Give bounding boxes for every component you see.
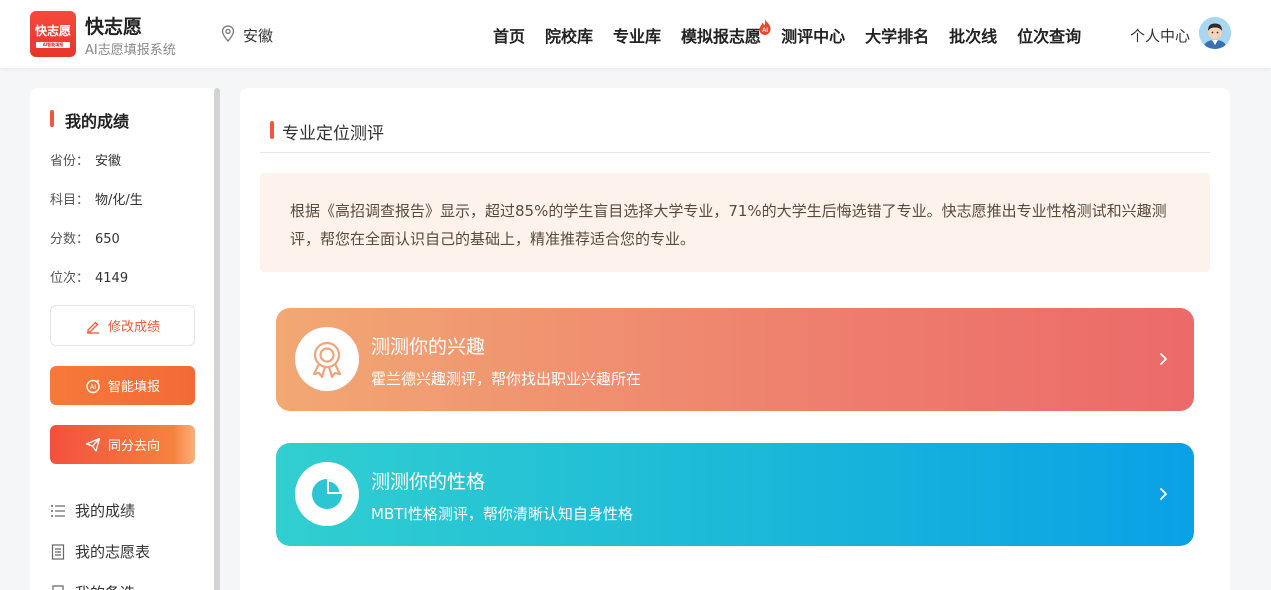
sidebar-item-my-application-form[interactable]: 我的志愿表 bbox=[50, 541, 150, 562]
sidebar-item-my-scores[interactable]: 我的成绩 bbox=[50, 500, 135, 521]
score-value: 物/化/生 bbox=[95, 193, 143, 208]
card-title: 测测你的兴趣 bbox=[371, 336, 486, 358]
score-value: 650 bbox=[95, 232, 120, 247]
personality-test-card[interactable]: 测测你的性格 MBTI性格测评，帮你清晰认知自身性格 bbox=[276, 443, 1194, 546]
notice-banner: 根据《高招调查报告》显示，超过85%的学生盲目选择大学专业，71%的大学生后悔选… bbox=[260, 173, 1210, 272]
score-value: 4149 bbox=[95, 271, 129, 286]
logo[interactable]: 快志愿 AI智能填报 bbox=[30, 11, 76, 57]
paper-plane-icon bbox=[85, 437, 101, 452]
score-row-province: 省份： 安徽 bbox=[50, 150, 121, 169]
award-icon bbox=[312, 341, 342, 379]
user-avatar-icon bbox=[1199, 17, 1231, 49]
ai-flame-badge-icon: AI bbox=[759, 19, 771, 35]
document-icon bbox=[51, 543, 65, 560]
score-row-rank: 位次： 4149 bbox=[50, 267, 128, 286]
sidebar-item-label: 我的备选 bbox=[75, 582, 135, 590]
sidebar-item-label: 我的志愿表 bbox=[75, 543, 151, 561]
nav-item-majors[interactable]: 专业库 bbox=[613, 23, 661, 47]
same-score-button[interactable]: 同分去向 bbox=[50, 425, 195, 464]
nav-item-home[interactable]: 首页 bbox=[493, 23, 525, 47]
nav-item-colleges[interactable]: 院校库 bbox=[545, 23, 593, 47]
brand-name: 快志愿 bbox=[85, 16, 143, 38]
main-panel: 专业定位测评 根据《高招调查报告》显示，超过85%的学生盲目选择大学专业，71%… bbox=[240, 88, 1230, 590]
sidebar-item-my-alternatives[interactable]: 我的备选 bbox=[50, 582, 135, 590]
nav-item-mock-application[interactable]: 模拟报志愿 AI bbox=[681, 19, 771, 47]
score-label: 科目： bbox=[50, 193, 90, 208]
pie-chart-icon bbox=[312, 479, 342, 509]
nav-item-rank-query[interactable]: 位次查询 bbox=[1017, 23, 1081, 47]
smart-fill-label: 智能填报 bbox=[107, 380, 160, 395]
edit-score-button[interactable]: 修改成绩 bbox=[50, 305, 195, 346]
location-pin-icon[interactable] bbox=[221, 25, 235, 42]
chevron-right-icon[interactable] bbox=[1158, 350, 1170, 368]
sidebar-scrollbar[interactable] bbox=[214, 88, 220, 590]
score-label: 省份： bbox=[50, 154, 90, 169]
chevron-right-icon[interactable] bbox=[1158, 485, 1170, 503]
score-label: 分数： bbox=[50, 232, 90, 247]
divider bbox=[260, 152, 1210, 153]
logo-sub-text: AI智能填报 bbox=[36, 42, 70, 48]
card-title: 测测你的性格 bbox=[371, 471, 486, 493]
score-row-subjects: 科目： 物/化/生 bbox=[50, 189, 143, 208]
nav-item-assessment-center[interactable]: 测评中心 bbox=[781, 23, 845, 47]
score-row-score: 分数： 650 bbox=[50, 228, 120, 247]
sidebar-item-label: 我的成绩 bbox=[75, 502, 136, 520]
ai-spark-icon: AI bbox=[86, 378, 100, 393]
card-description: MBTI性格测评，帮你清晰认知自身性格 bbox=[371, 505, 633, 523]
card-description: 霍兰德兴趣测评，帮你找出职业兴趣所在 bbox=[371, 370, 642, 388]
nav-item-label: 模拟报志愿 bbox=[681, 27, 762, 46]
ai-badge-text: AI bbox=[762, 28, 768, 34]
list-icon bbox=[51, 504, 65, 517]
svg-text:AI: AI bbox=[90, 385, 96, 391]
card-icon-circle bbox=[295, 327, 359, 391]
smart-fill-button[interactable]: AI 智能填报 bbox=[50, 366, 195, 405]
location-selector[interactable]: 安徽 bbox=[243, 25, 273, 46]
logo-text: 快志愿 bbox=[34, 24, 71, 38]
top-header: 快志愿 AI智能填报 快志愿 AI志愿填报系统 安徽 首页 院校库 专业库 模拟… bbox=[0, 0, 1271, 68]
edit-score-label: 修改成绩 bbox=[107, 320, 160, 335]
main-nav: 首页 院校库 专业库 模拟报志愿 AI 测评中心 大学排名 批次线 位次查询 bbox=[493, 19, 1101, 47]
sidebar-title: 我的成绩 bbox=[50, 108, 129, 132]
pencil-icon bbox=[86, 321, 99, 334]
page-title: 专业定位测评 bbox=[270, 119, 384, 144]
interest-test-card[interactable]: 测测你的兴趣 霍兰德兴趣测评，帮你找出职业兴趣所在 bbox=[276, 308, 1194, 411]
score-label: 位次： bbox=[50, 271, 90, 286]
nav-item-batch-line[interactable]: 批次线 bbox=[949, 23, 997, 47]
bookmark-icon bbox=[52, 584, 64, 590]
avatar[interactable] bbox=[1199, 17, 1231, 49]
score-value: 安徽 bbox=[95, 154, 122, 169]
brand-subtitle: AI志愿填报系统 bbox=[85, 43, 176, 58]
nav-item-university-ranking[interactable]: 大学排名 bbox=[865, 23, 929, 47]
sidebar: 我的成绩 省份： 安徽 科目： 物/化/生 分数： 650 位次： 4149 修改成绩 … bbox=[30, 88, 220, 590]
user-center-link[interactable]: 个人中心 bbox=[1130, 25, 1190, 46]
same-score-label: 同分去向 bbox=[107, 439, 160, 454]
card-icon-circle bbox=[295, 462, 359, 526]
